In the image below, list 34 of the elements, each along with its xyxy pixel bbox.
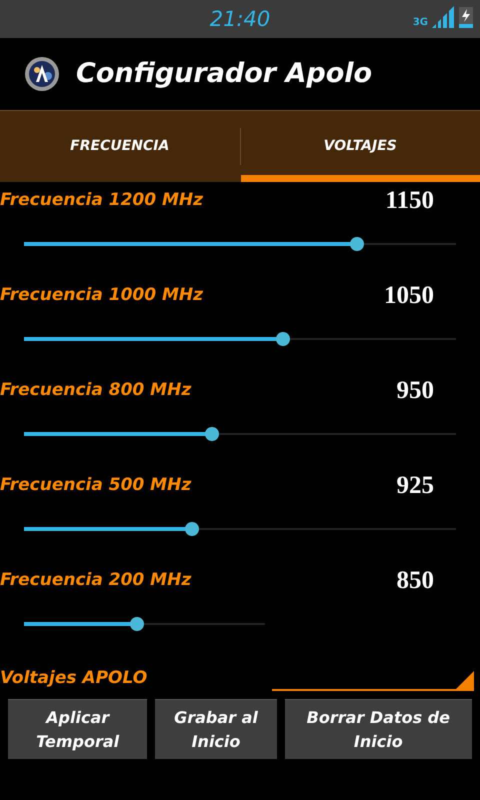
action-button[interactable]: Aplicar Temporal (8, 699, 148, 759)
dropdown-corner-icon (456, 671, 474, 689)
slider-label: Frecuencia 800 MHz (0, 379, 192, 402)
slider-value: 950 (396, 376, 434, 406)
app-title: Configurador Apolo (76, 56, 372, 91)
slider-thumb[interactable] (276, 332, 290, 346)
profile-label: Voltajes APOLO (0, 666, 148, 690)
network-type: 3G (412, 18, 428, 28)
slider-label: Frecuencia 500 MHz (0, 474, 192, 497)
profile-dropdown[interactable] (272, 669, 474, 691)
slider-thumb[interactable] (350, 237, 364, 251)
signal-icon (432, 6, 454, 28)
slider[interactable] (24, 427, 456, 441)
slider-label: Frecuencia 1000 MHz (0, 284, 204, 307)
slider-thumb[interactable] (204, 427, 219, 441)
tab[interactable]: FRECUENCIA (0, 111, 240, 182)
slider[interactable] (24, 237, 456, 251)
battery-charging-icon (458, 6, 474, 28)
slider-value: 1150 (385, 186, 434, 216)
action-button[interactable]: Grabar al Inicio (155, 699, 277, 759)
slider-value: 850 (396, 566, 434, 596)
slider-value: 925 (396, 471, 434, 501)
action-button[interactable]: Borrar Datos de Inicio (284, 699, 472, 759)
slider-thumb[interactable] (185, 522, 200, 536)
slider-thumb[interactable] (130, 617, 144, 631)
app-logo-icon (24, 56, 60, 92)
slider-label: Frecuencia 1200 MHz (0, 189, 204, 212)
tab[interactable]: VOLTAJES (240, 111, 480, 182)
slider[interactable] (24, 617, 265, 631)
slider-value: 1050 (384, 281, 434, 311)
slider[interactable] (24, 332, 456, 346)
clock-time: 21:40 (210, 6, 270, 33)
slider[interactable] (24, 522, 456, 536)
slider-label: Frecuencia 200 MHz (0, 569, 192, 592)
